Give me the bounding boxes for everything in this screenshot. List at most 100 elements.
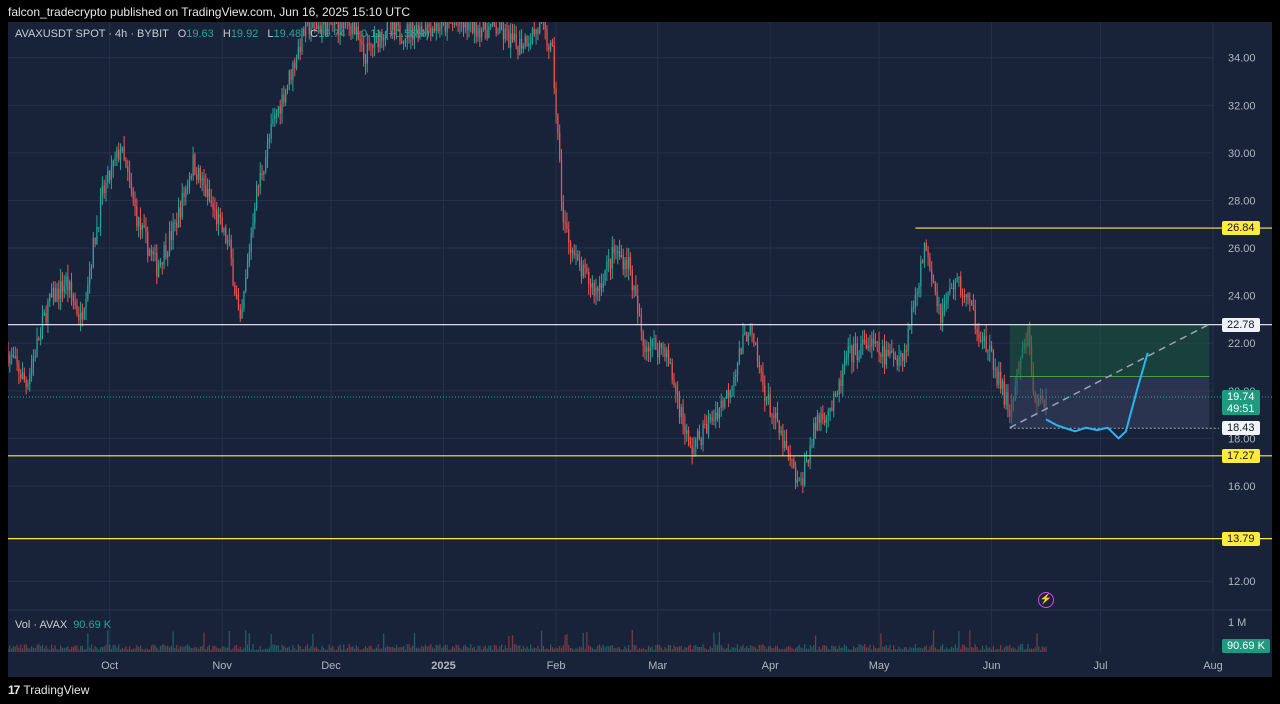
- candle-body: [167, 252, 169, 258]
- candle-body: [43, 312, 45, 316]
- candle-body: [588, 271, 590, 285]
- candle-body: [557, 114, 559, 133]
- candle-body: [867, 345, 869, 349]
- candle-body: [856, 343, 858, 360]
- volume-bar: [720, 645, 722, 652]
- volume-bar: [25, 644, 27, 652]
- lightning-icon[interactable]: ⚡: [1038, 592, 1054, 608]
- chart-area[interactable]: 12.0016.0018.0020.0022.0024.0026.0028.00…: [8, 22, 1272, 677]
- candle-body: [457, 24, 459, 26]
- volume-bar: [998, 648, 1000, 652]
- volume-bar: [1034, 647, 1036, 652]
- candle-body: [568, 229, 570, 243]
- volume-bar: [798, 644, 800, 652]
- candle-body: [217, 214, 220, 225]
- high-value: 19.92: [230, 28, 259, 40]
- volume-bar: [878, 647, 880, 652]
- candle-body: [695, 439, 697, 448]
- symbol-label[interactable]: AVAXUSDT SPOT · 4h · BYBIT: [15, 28, 169, 40]
- volume-bar: [938, 649, 940, 652]
- volume-bar: [49, 649, 51, 652]
- volume-bar: [588, 645, 590, 652]
- candle-body: [735, 374, 737, 377]
- candle-body: [205, 185, 207, 197]
- volume-bar: [691, 648, 693, 652]
- volume-bar: [81, 645, 84, 652]
- tradingview-brand[interactable]: 17 TradingView: [8, 683, 89, 697]
- y-tick-label: 26.00: [1228, 243, 1256, 255]
- volume-bar: [1043, 647, 1045, 652]
- candle-body: [582, 264, 584, 277]
- x-tick-label: Apr: [762, 660, 779, 672]
- candle-body: [707, 418, 710, 434]
- candle-body: [571, 250, 574, 254]
- volume-bar: [344, 649, 347, 652]
- volume-bar: [816, 649, 819, 652]
- volume-bar: [94, 646, 96, 652]
- volume-bar: [1005, 645, 1007, 652]
- volume-label[interactable]: Vol · AVAX: [15, 619, 67, 631]
- volume-bar: [589, 646, 592, 652]
- stop-zone: [1009, 376, 1210, 429]
- candle-body: [756, 345, 759, 363]
- candle-body: [700, 438, 702, 446]
- symbol-legend[interactable]: AVAXUSDT SPOT · 4h · BYBIT O19.63 H19.92…: [15, 28, 430, 40]
- volume-bar: [406, 644, 408, 652]
- candle-body: [811, 444, 813, 446]
- candle-body: [254, 208, 256, 224]
- volume-bar: [196, 647, 198, 652]
- volume-bar: [259, 645, 261, 652]
- volume-bar: [965, 647, 967, 652]
- volume-bar: [600, 647, 603, 652]
- candle-body: [181, 193, 183, 218]
- candle-body: [842, 366, 844, 387]
- volume-bar: [863, 644, 866, 652]
- candle-body: [199, 167, 201, 181]
- y-tick-label: 12.00: [1228, 576, 1256, 588]
- volume-bar: [716, 644, 719, 652]
- candle-body: [673, 379, 675, 386]
- volume-bar: [784, 648, 786, 652]
- volume-bar: [246, 644, 249, 652]
- volume-bar: [471, 647, 474, 652]
- volume-bar: [862, 646, 864, 652]
- candle-body: [370, 44, 372, 46]
- volume-bar: [20, 644, 22, 652]
- volume-bar: [493, 644, 495, 652]
- candle-body: [21, 372, 24, 379]
- price-chart[interactable]: 12.0016.0018.0020.0022.0024.0026.0028.00…: [8, 22, 1272, 677]
- candle-body: [47, 301, 49, 323]
- volume-bar: [390, 647, 392, 652]
- volume-bar: [651, 646, 653, 652]
- candle-body: [116, 149, 118, 158]
- volume-bar: [470, 644, 472, 652]
- volume-bar: [148, 649, 151, 652]
- candle-body: [285, 89, 287, 103]
- volume-bar: [495, 645, 497, 652]
- volume-bar: [410, 647, 412, 652]
- volume-bar: [715, 644, 717, 652]
- candle-body: [740, 348, 742, 354]
- volume-bar: [1036, 633, 1038, 652]
- volume-bar: [286, 647, 289, 652]
- candle-body: [165, 245, 167, 258]
- candle-body: [813, 423, 815, 445]
- volume-bar: [918, 647, 920, 652]
- candle-body: [573, 250, 575, 256]
- candle-body: [713, 420, 715, 422]
- candle-body: [87, 284, 89, 300]
- volume-bar: [461, 649, 463, 652]
- volume-bar: [197, 649, 200, 652]
- candle-body: [820, 413, 822, 424]
- candle-body: [891, 350, 893, 354]
- volume-legend[interactable]: Vol · AVAX 90.69 K: [15, 619, 111, 631]
- volume-bar: [553, 648, 555, 652]
- volume-bar: [464, 644, 466, 652]
- volume-bar: [602, 644, 604, 652]
- volume-bar: [771, 648, 773, 652]
- volume-bar: [706, 649, 708, 652]
- volume-bar: [598, 644, 601, 652]
- volume-bar: [898, 646, 900, 652]
- volume-bar: [894, 648, 897, 652]
- volume-bar: [983, 649, 985, 652]
